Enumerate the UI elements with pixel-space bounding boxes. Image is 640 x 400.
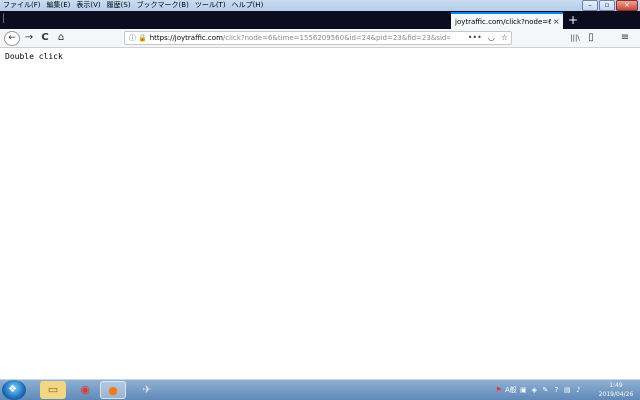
forward-button[interactable]: → [22, 31, 36, 45]
hamburger-menu-icon[interactable]: ≡ [618, 31, 632, 45]
menu-bookmarks[interactable]: ブックマーク(B) [134, 0, 192, 11]
close-window-button[interactable]: × [616, 0, 638, 11]
lock-icon[interactable]: 🔒 [138, 34, 150, 42]
volume-icon[interactable]: ♪ [574, 386, 583, 395]
menu-tools[interactable]: ツール(T) [192, 0, 229, 11]
taskbar: ❖ ▭ ◉ ● ✈ ⚑ A般 ▣ ◈ ✎ ? ▤ ♪ 1:49 2019/04/… [0, 379, 640, 400]
app-icon[interactable]: ✈ [134, 381, 160, 399]
ime-indicator[interactable]: A般 [505, 385, 517, 395]
page-content: Double click [0, 48, 640, 379]
maximize-button[interactable]: ▫ [599, 0, 615, 11]
url-host: https://joytraffic.com [149, 34, 223, 42]
nav-bar: ← → C ⌂ ⓘ 🔒 https://joytraffic.com/click… [0, 29, 640, 48]
tab-strip: ▏ joytraffic.com/click?node=6&ti × + [0, 11, 640, 29]
url-bar[interactable]: ⓘ 🔒 https://joytraffic.com/click?node=6&… [124, 31, 512, 45]
info-icon[interactable]: ⓘ [125, 33, 138, 43]
minimize-button[interactable]: – [582, 0, 598, 11]
tray-icon-2[interactable]: ◈ [530, 386, 539, 395]
tab-close-icon[interactable]: × [551, 17, 560, 26]
back-button[interactable]: ← [4, 31, 20, 46]
system-tray: ⚑ A般 ▣ ◈ ✎ ? ▤ ♪ [494, 382, 583, 398]
network-icon[interactable]: ▤ [563, 386, 572, 395]
menu-help[interactable]: ヘルプ(H) [229, 0, 267, 11]
tray-icon-3[interactable]: ✎ [541, 386, 550, 395]
flag-icon[interactable]: ⚑ [494, 386, 503, 395]
menu-view[interactable]: 表示(V) [73, 0, 103, 11]
help-icon[interactable]: ? [552, 386, 561, 395]
firefox-icon[interactable]: ● [100, 381, 126, 399]
url-path: /click?node=6&time=1556209560&id=24&pid=… [222, 34, 450, 42]
clock-date: 2019/04/26 [598, 391, 634, 398]
clock-time: 1:49 [609, 382, 623, 389]
menu-history[interactable]: 履歴(S) [104, 0, 134, 11]
tray-icon-1[interactable]: ▣ [519, 386, 528, 395]
clock[interactable]: 1:49 2019/04/26 [596, 381, 636, 399]
tab-overflow-icon: ▏ [3, 14, 10, 23]
page-actions-icon[interactable]: ••• [468, 32, 482, 44]
chrome-icon[interactable]: ◉ [72, 381, 98, 399]
pocket-icon[interactable]: ◡ [488, 32, 495, 44]
windows-logo-icon: ❖ [8, 384, 17, 395]
page-body-text: Double click [5, 52, 63, 61]
file-explorer-icon[interactable]: ▭ [40, 381, 66, 399]
menu-edit[interactable]: 編集(E) [44, 0, 74, 11]
tab-title: joytraffic.com/click?node=6&ti [455, 17, 551, 26]
menu-bar: ファイル(F) 編集(E) 表示(V) 履歴(S) ブックマーク(B) ツール(… [0, 0, 640, 11]
bookmark-star-icon[interactable]: ☆ [501, 32, 508, 44]
sidebar-icon[interactable]: ▯ [584, 31, 598, 45]
url-tools: ••• ◡ ☆ [468, 32, 508, 44]
new-tab-button[interactable]: + [566, 13, 580, 27]
window-controls: – ▫ × [582, 0, 638, 11]
url-text[interactable]: https://joytraffic.com/click?node=6&time… [150, 34, 450, 42]
library-icon[interactable]: |||\ [568, 31, 582, 45]
home-button[interactable]: ⌂ [54, 31, 68, 45]
start-button[interactable]: ❖ [2, 380, 26, 400]
menu-file[interactable]: ファイル(F) [0, 0, 44, 11]
tab-active[interactable]: joytraffic.com/click?node=6&ti × [451, 12, 563, 29]
reload-button[interactable]: C [38, 31, 52, 45]
